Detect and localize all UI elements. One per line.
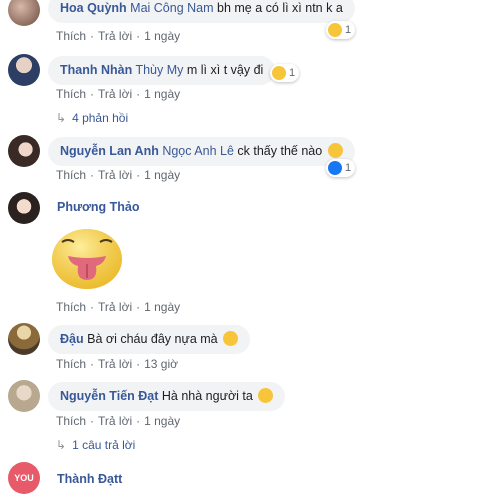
neutral-emoji-icon <box>258 388 274 403</box>
comment-text: ck thấy thế nào <box>237 144 323 158</box>
like-icon <box>328 161 342 175</box>
timestamp[interactable]: 13 giờ <box>144 357 178 371</box>
author-name[interactable]: Thành Đạtt <box>57 472 122 486</box>
tagged-user[interactable]: Thùy My <box>135 63 183 77</box>
author-name[interactable]: Thanh Nhàn <box>60 63 132 77</box>
view-replies-link[interactable]: ↳ 4 phản hồi <box>56 111 128 125</box>
reaction-summary[interactable]: 1 <box>270 64 300 82</box>
grin-emoji-icon <box>327 143 343 158</box>
comment-bubble: Thanh Nhàn Thùy My m lì xì t vậy đi <box>48 56 276 85</box>
reply-link[interactable]: Trả lời <box>98 168 132 182</box>
avatar[interactable] <box>8 192 40 224</box>
comment-actions: Thích · Trả lời · 1 ngày <box>56 300 181 314</box>
reply-link[interactable]: Trả lời <box>98 357 132 371</box>
reply-link[interactable]: Trả lời <box>98 414 132 428</box>
comment-text: bh mẹ a có lì xì ntn k a <box>217 1 343 15</box>
comment-actions: Thích · Trả lời · 1 ngày <box>56 29 181 43</box>
view-replies-link[interactable]: ↳ 1 câu trả lời <box>56 438 135 452</box>
comment-text: Hà nhà người ta <box>161 389 253 403</box>
comment-text: Bà ơi cháu đây nựa mà <box>87 332 218 346</box>
avatar[interactable] <box>8 323 40 355</box>
comment-actions: Thích · Trả lời · 13 giờ <box>56 357 178 371</box>
timestamp[interactable]: 1 ngày <box>144 29 180 43</box>
comment-bubble: Nguyễn Tiến Đạt Hà nhà người ta <box>48 382 286 411</box>
reply-link[interactable]: Trả lời <box>98 29 132 43</box>
author-name[interactable]: Phương Thảo <box>57 200 140 214</box>
haha-icon <box>272 66 286 80</box>
reply-link[interactable]: Trả lời <box>98 87 132 101</box>
comment-bubble: Hoa Quỳnh Mai Công Nam bh mẹ a có lì xì … <box>48 0 355 23</box>
reply-arrow-icon: ↳ <box>56 111 67 125</box>
author-name[interactable]: Hoa Quỳnh <box>60 1 127 15</box>
comment-bubble: Nguyễn Lan Anh Ngọc Anh Lê ck thấy thế n… <box>48 137 355 166</box>
avatar[interactable] <box>8 54 40 86</box>
author-name[interactable]: Nguyễn Tiến Đạt <box>60 389 158 403</box>
like-link[interactable]: Thích <box>56 300 86 314</box>
comment-actions: Thích · Trả lời · 1 ngày <box>56 87 181 101</box>
like-link[interactable]: Thích <box>56 87 86 101</box>
reply-link[interactable]: Trả lời <box>98 300 132 314</box>
avatar[interactable]: YOU <box>8 462 40 494</box>
like-link[interactable]: Thích <box>56 414 86 428</box>
comment-actions: Thích · Trả lời · 1 ngày <box>56 168 181 182</box>
reaction-summary[interactable]: 1 <box>326 21 356 39</box>
author-name[interactable]: Nguyễn Lan Anh <box>60 144 159 158</box>
sticker-image[interactable] <box>50 228 124 290</box>
timestamp[interactable]: 1 ngày <box>144 414 180 428</box>
avatar[interactable] <box>8 135 40 167</box>
comment-bubble: Đậu Bà ơi cháu đây nựa mà <box>48 325 251 354</box>
timestamp[interactable]: 1 ngày <box>144 87 180 101</box>
avatar[interactable] <box>8 0 40 26</box>
timestamp[interactable]: 1 ngày <box>144 168 180 182</box>
tagged-user[interactable]: Ngọc Anh Lê <box>162 144 234 158</box>
grin-emoji-icon <box>223 331 239 346</box>
comment-actions: Thích · Trả lời · 1 ngày <box>56 414 181 428</box>
like-link[interactable]: Thích <box>56 168 86 182</box>
like-link[interactable]: Thích <box>56 357 86 371</box>
reply-arrow-icon: ↳ <box>56 438 67 452</box>
comment-text: m lì xì t vậy đi <box>186 63 264 77</box>
reaction-summary[interactable]: 1 <box>326 159 356 177</box>
like-link[interactable]: Thích <box>56 29 86 43</box>
tagged-user[interactable]: Mai Công Nam <box>130 1 213 15</box>
timestamp[interactable]: 1 ngày <box>144 300 180 314</box>
author-name[interactable]: Đậu <box>60 332 84 346</box>
avatar[interactable] <box>8 380 40 412</box>
haha-icon <box>328 23 342 37</box>
